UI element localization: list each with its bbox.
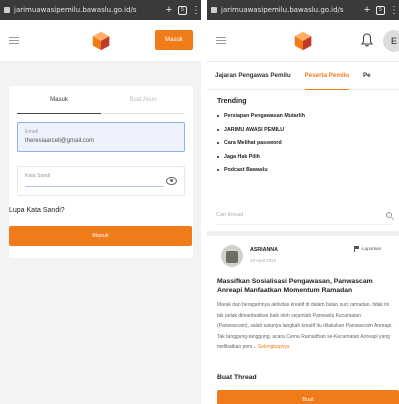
login-submit-button[interactable]: Masuk <box>9 226 192 246</box>
show-password-icon[interactable] <box>166 177 177 185</box>
thread-search-input[interactable]: Cari thread <box>216 205 392 225</box>
password-input-line[interactable] <box>25 186 164 187</box>
forgot-password-link[interactable]: Lupa Kata Sandi? <box>9 207 65 214</box>
bawaslu-logo[interactable] <box>292 30 314 52</box>
report-button[interactable]: Laporkan <box>362 246 381 251</box>
search-icon[interactable] <box>386 211 392 218</box>
browser-toolbar: jarimuawasipemilu.bawaslu.go.id/s + 5 ⋮ <box>0 0 201 20</box>
tab-login[interactable]: Masuk <box>17 86 101 114</box>
read-more-link[interactable]: Selengkapnya <box>258 344 290 350</box>
browser-menu-icon[interactable]: ⋮ <box>389 5 399 16</box>
tab-switcher-button[interactable]: 5 <box>178 5 187 15</box>
post-date: 29 April 2022 <box>250 258 277 263</box>
trending-item[interactable]: Podcast Bawaslu <box>217 167 389 173</box>
category-tabs: Jajaran Pengawas Pemilu Peserta Pemilu P… <box>207 62 399 90</box>
trending-title: Trending <box>217 98 247 105</box>
post-excerpt: Marak dan beragamnya aktivitas kreatif d… <box>217 300 393 353</box>
bawaslu-logo[interactable] <box>90 30 112 52</box>
address-bar[interactable]: jarimuawasipemilu.bawaslu.go.id/s <box>221 6 358 14</box>
auth-tabs: Masuk Buat Akun <box>9 86 193 114</box>
tab-switcher-button[interactable]: 5 <box>376 5 385 15</box>
password-field[interactable]: Kata Sandi <box>17 166 185 196</box>
password-label: Kata Sandi <box>25 173 51 179</box>
hamburger-menu-icon[interactable] <box>9 37 19 44</box>
app-header: Masuk <box>0 20 201 62</box>
post-author-name[interactable]: ASRIANNA <box>250 247 278 253</box>
address-bar[interactable]: jarimuawasipemilu.bawaslu.go.id/s <box>14 6 160 14</box>
browser-toolbar: jarimuawasipemilu.bawaslu.go.id/s + 5 ⋮ <box>207 0 399 20</box>
trending-item[interactable]: Jaga Hak Pilih <box>217 154 389 160</box>
tab-peserta-pemilu[interactable]: Peserta Pemilu <box>304 62 350 90</box>
forum-screen: jarimuawasipemilu.bawaslu.go.id/s + 5 ⋮ … <box>207 0 399 404</box>
lock-icon <box>4 7 10 13</box>
new-tab-button[interactable]: + <box>164 4 174 16</box>
header-login-button[interactable]: Masuk <box>155 30 193 50</box>
email-label: Email <box>25 129 38 135</box>
login-screen: jarimuawasipemilu.bawaslu.go.id/s + 5 ⋮ … <box>0 0 201 404</box>
tab-register[interactable]: Buat Akun <box>101 86 185 114</box>
post-title[interactable]: Massifkan Sosialisasi Pengawasan, Panwas… <box>217 277 397 295</box>
browser-menu-icon[interactable]: ⋮ <box>191 5 201 16</box>
report-flag-icon[interactable] <box>354 246 359 252</box>
trending-item[interactable]: JARIMU AWASI PEMILU <box>217 127 389 133</box>
section-divider <box>207 231 399 236</box>
search-placeholder[interactable]: Cari thread <box>216 212 386 218</box>
tab-jajaran-pengawas[interactable]: Jajaran Pengawas Pemilu <box>215 62 291 90</box>
trending-item[interactable]: Persiapan Pengawasan Mutarlih <box>217 113 389 119</box>
lock-icon <box>211 7 217 13</box>
tab-partial[interactable]: Pe <box>363 62 371 90</box>
create-thread-heading: Buat Thread <box>217 374 257 381</box>
email-value[interactable]: theresiaarcell@gmail.com <box>25 138 177 144</box>
new-tab-button[interactable]: + <box>362 4 372 16</box>
create-thread-button[interactable]: Buat <box>217 390 399 404</box>
email-field[interactable]: Email theresiaarcell@gmail.com <box>17 122 185 152</box>
notification-bell-icon[interactable] <box>361 33 373 47</box>
post-body-text: Marak dan beragamnya aktivitas kreatif d… <box>217 302 393 351</box>
trending-item[interactable]: Cara Melihat password <box>217 140 389 146</box>
trending-section: Trending Persiapan Pengawasan Mutarlih J… <box>207 90 399 173</box>
user-avatar[interactable]: E <box>383 30 399 52</box>
app-header: E <box>207 20 399 62</box>
hamburger-menu-icon[interactable] <box>216 37 226 44</box>
post-author-avatar[interactable] <box>221 245 243 267</box>
